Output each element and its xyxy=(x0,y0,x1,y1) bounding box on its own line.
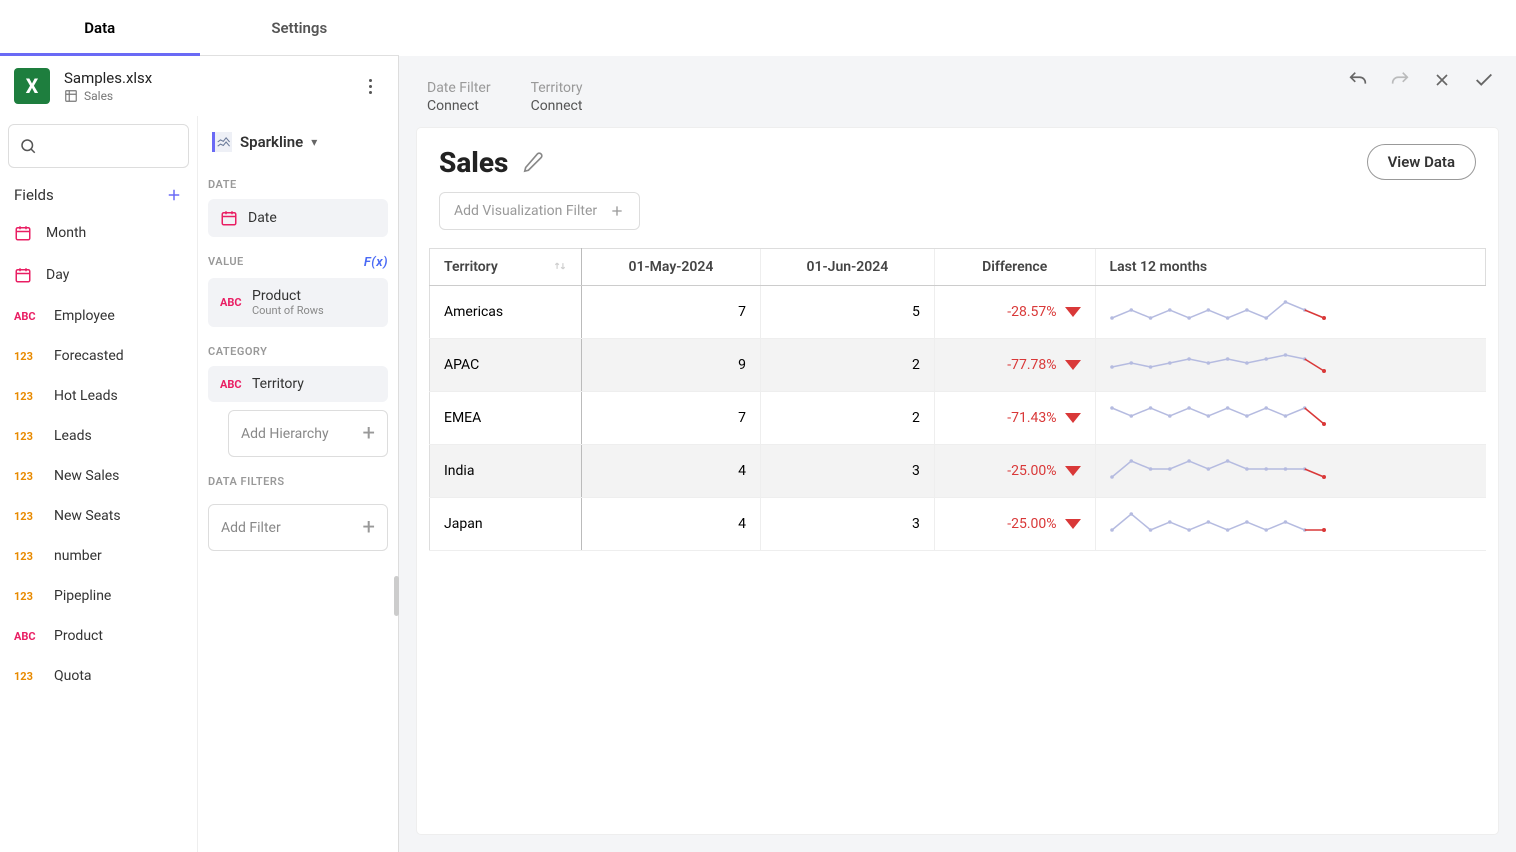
search-input[interactable] xyxy=(8,124,189,168)
date-field-pill[interactable]: Date xyxy=(208,199,388,237)
sheet-icon xyxy=(64,89,78,103)
table-row: APAC92-77.78% xyxy=(430,339,1486,392)
field-item[interactable]: 123Leads xyxy=(8,416,189,456)
table-row: Japan43-25.00% xyxy=(430,498,1486,551)
undo-button[interactable] xyxy=(1346,68,1370,92)
sort-icon xyxy=(553,259,567,273)
sparkline-cell xyxy=(1095,339,1485,392)
field-item[interactable]: 123New Sales xyxy=(8,456,189,496)
dashboard-filter-territory[interactable]: Territory Connect xyxy=(531,80,583,114)
category-section-label: CATEGORY xyxy=(208,345,388,358)
table-row: India43-25.00% xyxy=(430,445,1486,498)
view-data-button[interactable]: View Data xyxy=(1367,144,1476,180)
data-source-header: X Samples.xlsx Sales xyxy=(0,56,398,116)
category-field-pill[interactable]: ABC Territory xyxy=(208,366,388,402)
plus-icon: + xyxy=(363,421,375,446)
search-icon xyxy=(19,137,37,155)
confirm-button[interactable] xyxy=(1472,68,1496,92)
down-trend-icon xyxy=(1065,307,1081,317)
editor-actions xyxy=(1346,68,1496,92)
data-filters-section-label: DATA FILTERS xyxy=(208,475,388,488)
excel-icon: X xyxy=(14,68,50,104)
tab-settings[interactable]: Settings xyxy=(200,0,400,55)
col-territory[interactable]: Territory xyxy=(430,249,582,286)
field-item[interactable]: Day xyxy=(8,254,189,296)
sparkline-cell xyxy=(1095,392,1485,445)
col-jun[interactable]: 01-Jun-2024 xyxy=(760,249,934,286)
value-section-label: VALUE xyxy=(208,255,244,268)
config-column: Sparkline ▾ DATE Date VALUE F(x) ABC Pro… xyxy=(198,116,398,852)
canvas-area: Date Filter Connect Territory Connect Sa… xyxy=(399,56,1516,852)
plus-icon: + xyxy=(363,515,375,540)
dashboard-filter-date[interactable]: Date Filter Connect xyxy=(427,80,491,114)
add-hierarchy-slot[interactable]: Add Hierarchy + xyxy=(228,410,388,457)
tab-data[interactable]: Data xyxy=(0,0,200,55)
down-trend-icon xyxy=(1065,413,1081,423)
visualization-picker[interactable]: Sparkline ▾ xyxy=(208,124,388,160)
value-field-pill[interactable]: ABC Product Count of Rows xyxy=(208,278,388,327)
field-item[interactable]: ABCProduct xyxy=(8,616,189,656)
add-field-button[interactable] xyxy=(165,186,183,204)
data-source-file: Samples.xlsx xyxy=(64,69,344,87)
sparkline-table: Territory 01-May-2024 01-Jun-2024 Differ… xyxy=(429,248,1486,551)
calendar-icon xyxy=(220,209,238,227)
data-source-menu-button[interactable] xyxy=(358,74,382,98)
down-trend-icon xyxy=(1065,360,1081,370)
field-item[interactable]: ABCEmployee xyxy=(8,296,189,336)
calendar-icon xyxy=(14,266,32,284)
field-item[interactable]: Month xyxy=(8,212,189,254)
left-panel-tabs: Data Settings xyxy=(0,0,399,56)
sparkline-thumb-icon xyxy=(212,132,232,152)
field-item[interactable]: 123Forecasted xyxy=(8,336,189,376)
visualization-title: Sales xyxy=(439,146,508,179)
field-item[interactable]: 123New Seats xyxy=(8,496,189,536)
col-spark[interactable]: Last 12 months xyxy=(1095,249,1485,286)
sparkline-cell xyxy=(1095,498,1485,551)
data-source-sheet: Sales xyxy=(84,89,113,103)
field-item[interactable]: 123Quota xyxy=(8,656,189,696)
date-section-label: DATE xyxy=(208,178,388,191)
visualization-label: Sparkline xyxy=(240,133,303,151)
field-item[interactable]: 123Pipepline xyxy=(8,576,189,616)
sparkline-cell xyxy=(1095,445,1485,498)
col-may[interactable]: 01-May-2024 xyxy=(582,249,761,286)
plus-icon xyxy=(609,203,625,219)
chevron-down-icon: ▾ xyxy=(311,135,317,149)
close-button[interactable] xyxy=(1430,68,1454,92)
calendar-icon xyxy=(14,224,32,242)
sparkline-cell xyxy=(1095,286,1485,339)
fields-column: Fields MonthDayABCEmployee123Forecasted1… xyxy=(0,116,198,852)
table-row: Americas75-28.57% xyxy=(430,286,1486,339)
table-row: EMEA72-71.43% xyxy=(430,392,1486,445)
field-item[interactable]: 123number xyxy=(8,536,189,576)
down-trend-icon xyxy=(1065,466,1081,476)
field-item[interactable]: 123Hot Leads xyxy=(8,376,189,416)
left-panel: X Samples.xlsx Sales Fields MonthDayAB xyxy=(0,56,399,852)
down-trend-icon xyxy=(1065,519,1081,529)
fx-button[interactable]: F(x) xyxy=(364,255,388,270)
add-visualization-filter[interactable]: Add Visualization Filter xyxy=(439,192,640,230)
add-filter-slot[interactable]: Add Filter + xyxy=(208,504,388,551)
edit-title-button[interactable] xyxy=(522,151,544,173)
redo-button[interactable] xyxy=(1388,68,1412,92)
col-diff[interactable]: Difference xyxy=(934,249,1095,286)
visualization-card: Sales View Data Add Visualization Filter… xyxy=(417,128,1498,834)
fields-heading: Fields xyxy=(14,186,54,204)
